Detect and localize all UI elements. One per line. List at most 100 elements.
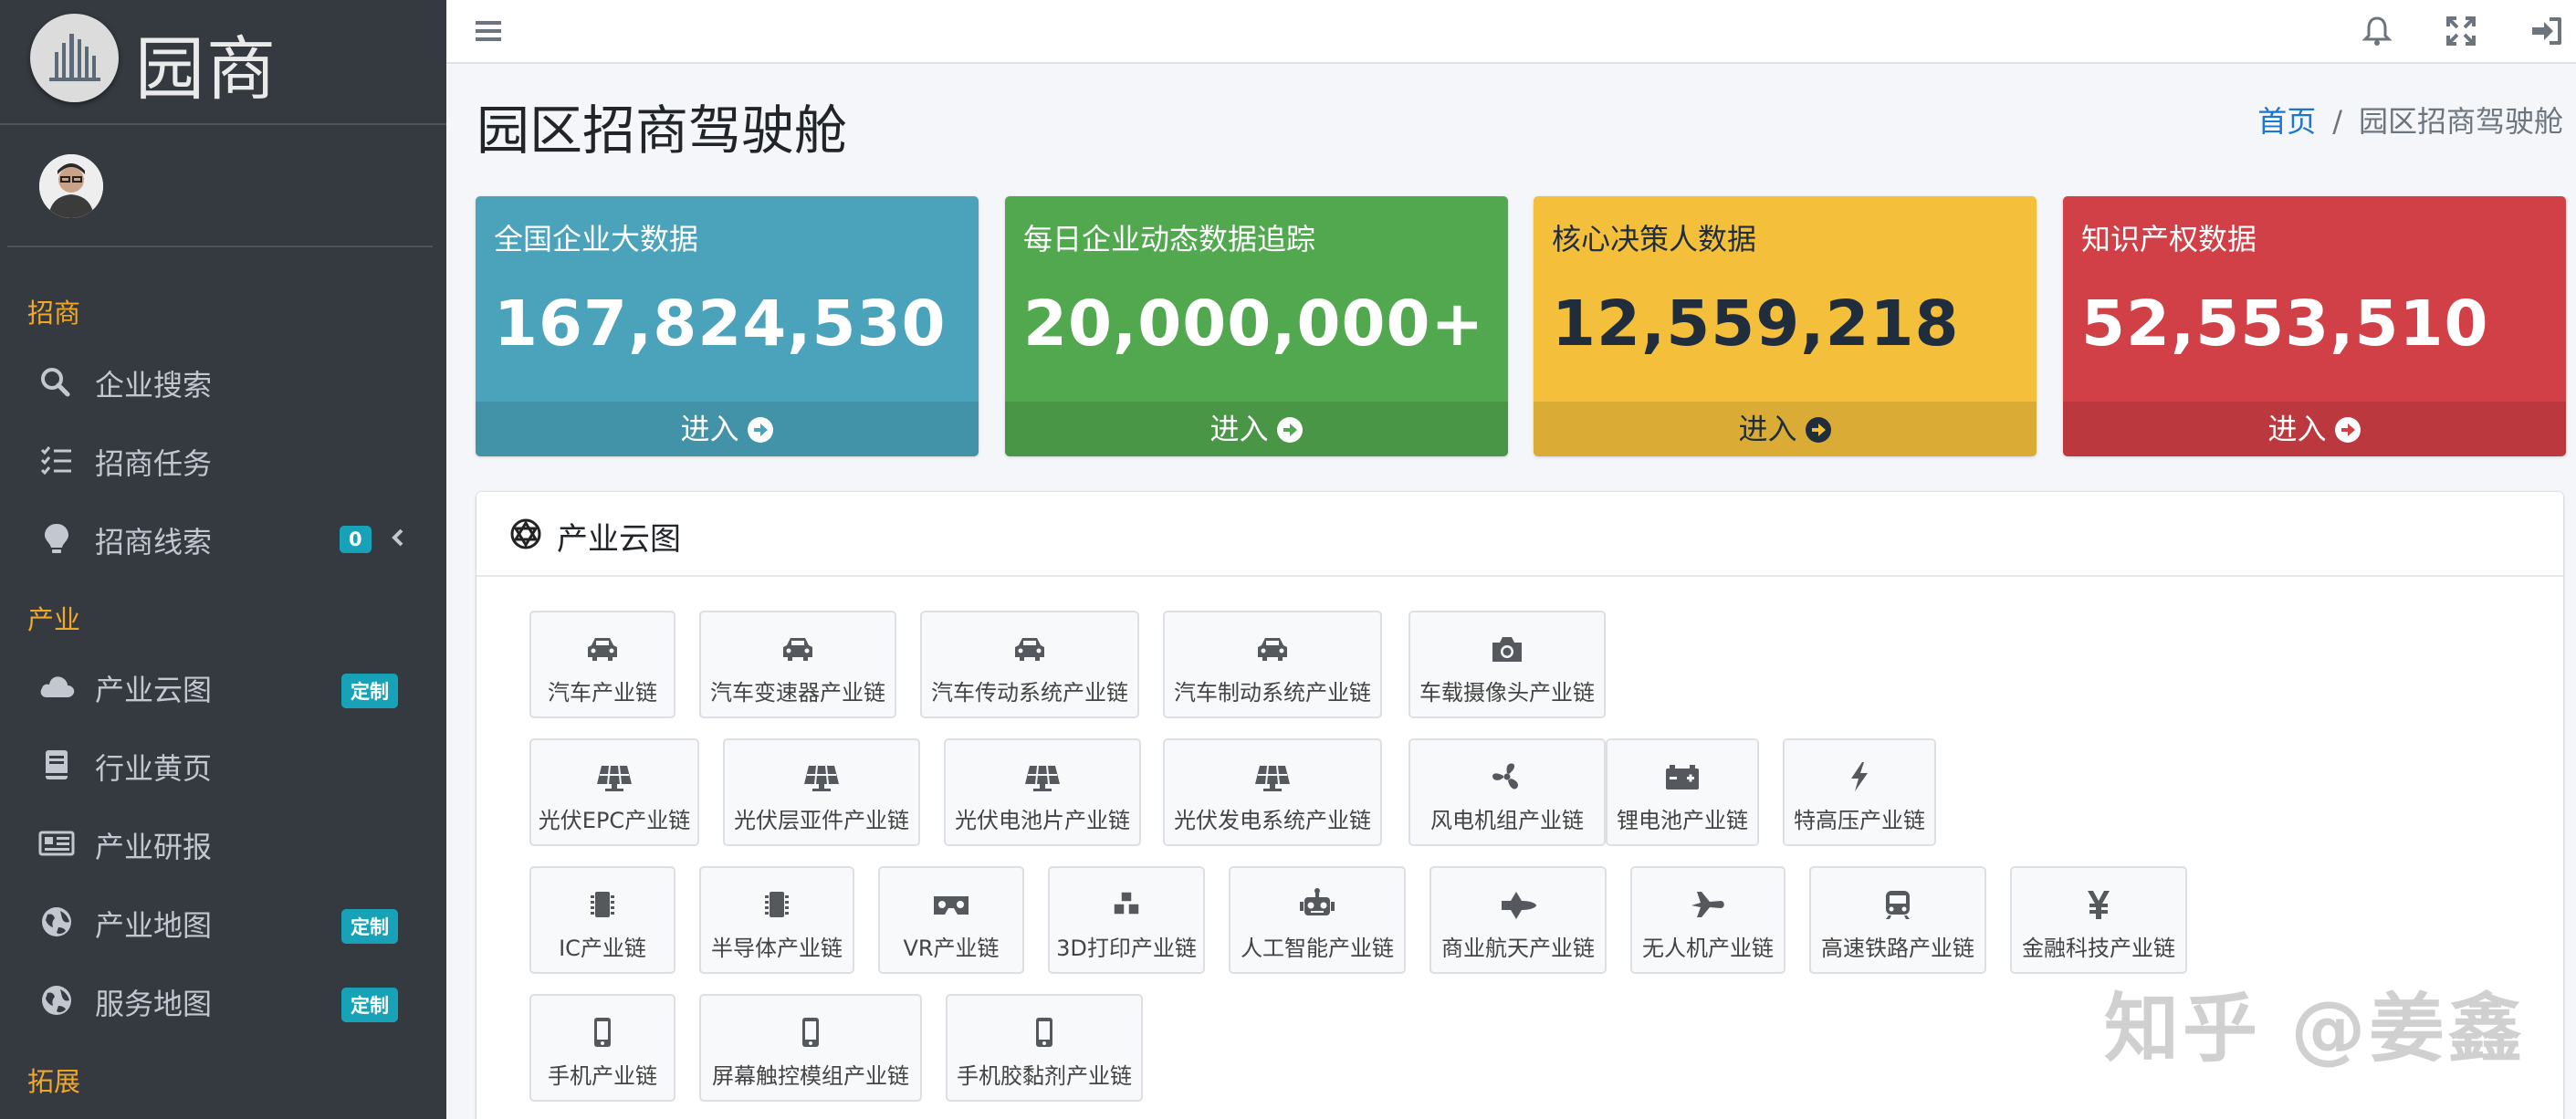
industry-chain-label: 汽车产业链 bbox=[548, 680, 657, 706]
industry-chain-button[interactable]: 商业航天产业链 bbox=[1429, 866, 1607, 974]
watermark-text: 知乎 @姜鑫 bbox=[2104, 986, 2527, 1072]
industry-chain-label: 3D打印产业链 bbox=[1056, 936, 1197, 961]
sidebar-item-industry-map[interactable]: 产业地图 定制 bbox=[0, 885, 446, 958]
stat-box-daily-tracking: 每日企业动态数据追踪 20,000,000+ 进入 bbox=[1005, 196, 1508, 456]
stat-value: 52,553,510 bbox=[2081, 288, 2489, 361]
breadcrumb: 首页 / 园区招商驾驶舱 bbox=[2257, 99, 2563, 141]
industry-chain-label: 半导体产业链 bbox=[711, 936, 843, 961]
sidebar-item-recruit-task[interactable]: 招商任务 bbox=[0, 424, 446, 497]
stat-title: 全国企业大数据 bbox=[494, 222, 699, 256]
sign-in-icon[interactable] bbox=[2529, 14, 2564, 48]
sidebar-item-yellow-pages[interactable]: 行业黄页 bbox=[0, 728, 446, 801]
industry-chain-button[interactable]: 光伏电池片产业链 bbox=[944, 738, 1141, 846]
train-icon bbox=[1886, 891, 1910, 919]
stat-title: 每日企业动态数据追踪 bbox=[1023, 222, 1316, 256]
stat-title: 核心决策人数据 bbox=[1552, 222, 1757, 256]
nav-header-industry: 产业 bbox=[27, 604, 81, 635]
stat-value: 12,559,218 bbox=[1552, 288, 1960, 361]
industry-chain-button[interactable]: 汽车产业链 bbox=[529, 611, 675, 718]
brand-link[interactable]: 园商 bbox=[0, 0, 446, 125]
industry-chain-button[interactable]: 高速铁路产业链 bbox=[1809, 866, 1986, 974]
industry-chain-button[interactable]: 汽车传动系统产业链 bbox=[920, 611, 1139, 718]
industry-chain-button[interactable]: 锂电池产业链 bbox=[1606, 738, 1759, 846]
arrow-circle-right-icon bbox=[2334, 417, 2361, 443]
sidebar-item-enterprise-search[interactable]: 企业搜索 bbox=[0, 345, 446, 418]
sidebar-item-service-map[interactable]: 服务地图 定制 bbox=[0, 964, 446, 1037]
brand-logo-icon bbox=[30, 14, 119, 102]
plane-icon bbox=[1691, 892, 1724, 917]
sidebar-item-label: 产业云图 bbox=[95, 673, 213, 707]
industry-chain-button[interactable]: 3D打印产业链 bbox=[1048, 866, 1205, 974]
industry-chain-label: 光伏层亚件产业链 bbox=[734, 808, 909, 833]
industry-chain-label: IC产业链 bbox=[559, 936, 646, 961]
fullscreen-icon[interactable] bbox=[2444, 14, 2478, 48]
industry-chain-label: 光伏电池片产业链 bbox=[955, 808, 1130, 833]
industry-chain-button[interactable]: 半导体产业链 bbox=[699, 866, 854, 974]
chip-icon bbox=[591, 892, 614, 917]
industry-chain-label: 汽车制动系统产业链 bbox=[1174, 680, 1371, 706]
nav-header-recruit: 招商 bbox=[27, 298, 81, 329]
industry-chain-label: 无人机产业链 bbox=[1642, 936, 1774, 961]
solar-panel-icon bbox=[1025, 765, 1060, 791]
card-title: 产业云图 bbox=[557, 521, 681, 558]
arrow-circle-right-icon bbox=[1805, 417, 1831, 443]
arrow-circle-right-icon bbox=[1276, 417, 1303, 443]
stat-enter-link[interactable]: 进入 bbox=[2063, 402, 2566, 456]
bolt-icon bbox=[1851, 762, 1868, 791]
industry-chain-button[interactable]: 人工智能产业链 bbox=[1229, 866, 1406, 974]
industry-chain-button[interactable]: 手机胶黏剂产业链 bbox=[946, 994, 1143, 1102]
industry-chain-button[interactable]: 汽车制动系统产业链 bbox=[1163, 611, 1382, 718]
industry-chain-label: 风电机组产业链 bbox=[1430, 808, 1584, 833]
vr-headset-icon bbox=[934, 896, 969, 915]
breadcrumb-home-link[interactable]: 首页 bbox=[2257, 104, 2316, 139]
industry-chain-label: 光伏EPC产业链 bbox=[538, 808, 691, 833]
robot-icon bbox=[1300, 888, 1335, 915]
lightbulb-icon bbox=[45, 524, 68, 553]
chevron-left-icon[interactable] bbox=[388, 528, 408, 548]
sidebar-item-industry-cloud[interactable]: 产业云图 定制 bbox=[0, 650, 446, 723]
custom-badge: 定制 bbox=[341, 988, 398, 1022]
sidebar-item-label: 服务地图 bbox=[95, 987, 213, 1021]
industry-chain-button[interactable]: VR产业链 bbox=[878, 866, 1024, 974]
industry-chain-button[interactable]: 屏幕触控模组产业链 bbox=[699, 994, 922, 1102]
top-navbar bbox=[446, 0, 2576, 64]
industry-chain-button[interactable]: 光伏EPC产业链 bbox=[529, 738, 699, 846]
industry-chain-button[interactable]: IC产业链 bbox=[529, 866, 675, 974]
yen-icon bbox=[2088, 891, 2110, 919]
industry-chain-button[interactable]: 手机产业链 bbox=[529, 994, 675, 1102]
user-avatar[interactable] bbox=[39, 154, 103, 218]
sidebar-item-recruit-leads[interactable]: 招商线索 0 bbox=[0, 502, 446, 575]
industry-chain-button[interactable]: 汽车变速器产业链 bbox=[699, 611, 896, 718]
sidebar-item-label: 产业研报 bbox=[95, 830, 213, 864]
industry-chain-label: 车载摄像头产业链 bbox=[1419, 680, 1595, 706]
solar-panel-icon bbox=[804, 765, 839, 791]
stat-enter-link[interactable]: 进入 bbox=[476, 402, 979, 456]
stat-enter-link[interactable]: 进入 bbox=[1534, 402, 2037, 456]
solar-panel-icon bbox=[597, 765, 632, 791]
industry-chain-button[interactable]: 风电机组产业链 bbox=[1408, 738, 1606, 846]
mobile-icon bbox=[1036, 1018, 1052, 1047]
sidebar-item-label: 行业黄页 bbox=[95, 751, 213, 786]
industry-chain-label: 特高压产业链 bbox=[1794, 808, 1925, 833]
stat-value: 167,824,530 bbox=[494, 288, 947, 361]
bell-icon[interactable] bbox=[2360, 14, 2394, 48]
industry-chain-button[interactable]: 车载摄像头产业链 bbox=[1408, 611, 1606, 718]
custom-badge: 定制 bbox=[341, 909, 398, 944]
industry-chain-button[interactable]: 光伏发电系统产业链 bbox=[1163, 738, 1382, 846]
industry-chain-label: 屏幕触控模组产业链 bbox=[712, 1063, 909, 1089]
industry-chain-button[interactable]: 光伏层亚件产业链 bbox=[723, 738, 920, 846]
arrow-circle-right-icon bbox=[747, 417, 773, 443]
industry-chain-button[interactable]: 无人机产业链 bbox=[1630, 866, 1785, 974]
card-header: 产业云图 bbox=[476, 492, 2563, 577]
task-list-icon bbox=[40, 446, 71, 476]
stat-enter-link[interactable]: 进入 bbox=[1005, 402, 1508, 456]
stat-title: 知识产权数据 bbox=[2081, 222, 2257, 256]
industry-chain-button[interactable]: 金融科技产业链 bbox=[2010, 866, 2187, 974]
page-title: 园区招商驾驶舱 bbox=[476, 99, 848, 162]
stat-box-enterprise-data: 全国企业大数据 167,824,530 进入 bbox=[476, 196, 979, 456]
sidebar-item-industry-report[interactable]: 产业研报 bbox=[0, 807, 446, 880]
brand-name: 园商 bbox=[135, 28, 277, 110]
hamburger-menu-icon[interactable] bbox=[472, 14, 507, 48]
sidebar-item-label: 企业搜索 bbox=[95, 368, 213, 403]
industry-chain-button[interactable]: 特高压产业链 bbox=[1783, 738, 1936, 846]
